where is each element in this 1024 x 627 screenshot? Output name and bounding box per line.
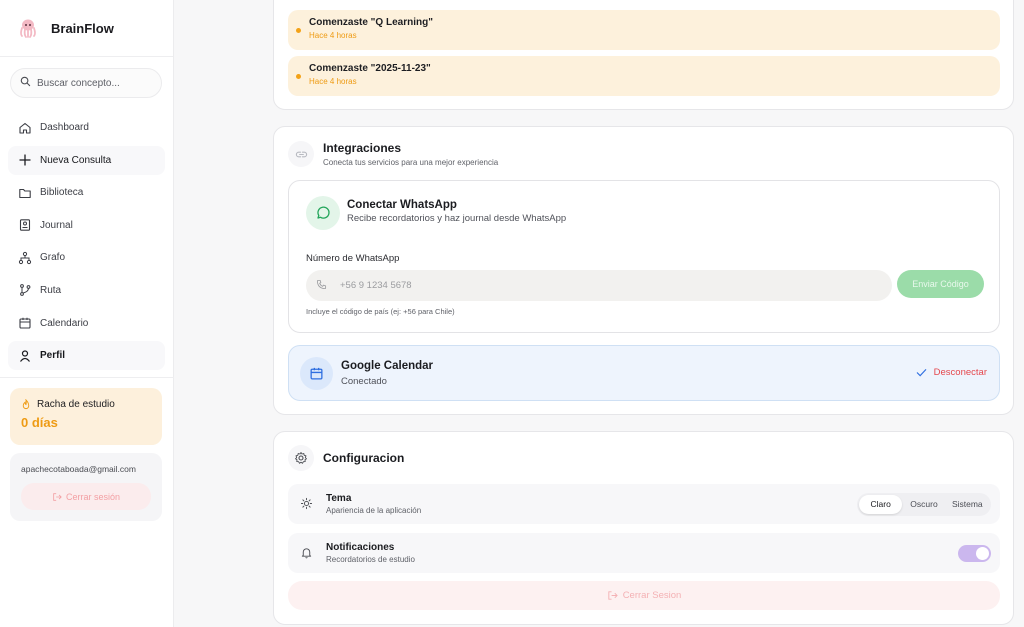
theme-row: Tema Apariencia de la aplicación Claro O… bbox=[288, 484, 1000, 524]
user-email: apachecotaboada@gmail.com bbox=[21, 464, 136, 474]
theme-option-sistema[interactable]: Sistema bbox=[946, 495, 989, 514]
brand[interactable]: BrainFlow bbox=[0, 0, 173, 57]
gear-icon bbox=[288, 445, 314, 471]
whatsapp-panel: Conectar WhatsApp Recibe recordatorios y… bbox=[288, 180, 1000, 333]
sidebar-item-dashboard[interactable]: Dashboard bbox=[8, 113, 165, 142]
sidebar-item-ruta[interactable]: Ruta bbox=[8, 276, 165, 305]
google-calendar-panel: Google Calendar Conectado Desconectar bbox=[288, 345, 1000, 401]
link-icon bbox=[288, 141, 314, 167]
config-header: Configuracion bbox=[288, 445, 404, 471]
home-icon bbox=[19, 122, 31, 134]
whatsapp-subtitle: Recibe recordatorios y haz journal desde… bbox=[347, 213, 567, 224]
sidebar-item-label: Calendario bbox=[40, 317, 89, 329]
logout-button[interactable]: Cerrar sesión bbox=[21, 483, 151, 510]
calendar-icon bbox=[19, 317, 31, 329]
gcal-title: Google Calendar bbox=[341, 360, 434, 372]
sidebar-item-perfil[interactable]: Perfil bbox=[8, 341, 165, 371]
activity-text: Comenzaste "Q Learning" bbox=[309, 17, 433, 28]
theme-title: Tema bbox=[326, 493, 352, 504]
logout-icon bbox=[53, 492, 62, 501]
sidebar-item-label: Biblioteca bbox=[40, 187, 84, 199]
streak-card: Racha de estudio 0 días bbox=[10, 388, 162, 445]
activity-dot bbox=[296, 74, 301, 79]
search-input[interactable] bbox=[37, 77, 147, 89]
folder-icon bbox=[19, 188, 31, 198]
activity-item: Comenzaste "Q Learning" Hace 4 horas bbox=[288, 10, 1000, 50]
phone-field[interactable] bbox=[306, 270, 892, 301]
sidebar-item-biblioteca[interactable]: Biblioteca bbox=[8, 178, 165, 207]
phone-input[interactable] bbox=[340, 280, 840, 291]
app-name: BrainFlow bbox=[51, 20, 114, 36]
logout-label: Cerrar sesión bbox=[65, 491, 121, 502]
journal-icon bbox=[19, 219, 31, 232]
user-card: apachecotaboada@gmail.com Cerrar sesión bbox=[10, 453, 162, 521]
search-icon bbox=[20, 74, 31, 92]
activity-item: Comenzaste "2025-11-23" Hace 4 horas bbox=[288, 56, 1000, 96]
sidebar-item-label: Perfil bbox=[40, 350, 66, 362]
octopus-logo-icon bbox=[16, 16, 40, 40]
phone-hint: Incluye el código de país (ej: +56 para … bbox=[306, 307, 455, 316]
logout-icon bbox=[608, 591, 618, 600]
disconnect-label: Desconectar bbox=[933, 367, 987, 378]
theme-option-oscuro[interactable]: Oscuro bbox=[902, 495, 945, 514]
sidebar: BrainFlow Dashboard Nueva Consulta Bibli… bbox=[0, 0, 174, 627]
integrations-subtitle: Conecta tus servicios para una mejor exp… bbox=[323, 158, 499, 167]
activity-dot bbox=[296, 28, 301, 33]
streak-title: Racha de estudio bbox=[37, 399, 115, 410]
sidebar-item-label: Grafo bbox=[40, 252, 66, 264]
flame-icon bbox=[22, 399, 30, 410]
sidebar-item-nueva-consulta[interactable]: Nueva Consulta bbox=[8, 145, 165, 175]
notifications-row: Notificaciones Recordatorios de estudio bbox=[288, 533, 1000, 573]
branch-icon bbox=[20, 284, 31, 297]
whatsapp-icon bbox=[306, 196, 340, 230]
search-box[interactable] bbox=[10, 68, 162, 98]
disconnect-button[interactable]: Desconectar bbox=[916, 367, 987, 378]
phone-icon bbox=[316, 277, 327, 295]
theme-subtitle: Apariencia de la aplicación bbox=[326, 506, 422, 515]
graph-icon bbox=[18, 251, 32, 264]
sidebar-item-label: Nueva Consulta bbox=[40, 154, 112, 166]
theme-option-claro[interactable]: Claro bbox=[859, 495, 903, 514]
sidebar-item-calendario[interactable]: Calendario bbox=[8, 309, 165, 338]
integrations-header: Integraciones Conecta tus servicios para… bbox=[288, 141, 498, 167]
bell-icon bbox=[301, 548, 312, 559]
theme-selector: Claro Oscuro Sistema bbox=[857, 493, 991, 516]
sun-icon bbox=[300, 497, 313, 510]
user-icon bbox=[20, 350, 30, 362]
logout-session-label: Cerrar Sesion bbox=[622, 590, 682, 601]
whatsapp-title: Conectar WhatsApp bbox=[347, 199, 457, 211]
activity-time: Hace 4 horas bbox=[309, 77, 357, 86]
sidebar-item-label: Journal bbox=[40, 219, 73, 231]
logout-session-button[interactable]: Cerrar Sesion bbox=[288, 581, 1000, 610]
sidebar-item-label: Ruta bbox=[40, 284, 62, 296]
streak-value: 0 días bbox=[21, 415, 58, 430]
sidebar-item-journal[interactable]: Journal bbox=[8, 211, 165, 240]
integrations-title: Integraciones bbox=[323, 141, 402, 155]
check-icon bbox=[916, 368, 927, 377]
plus-icon bbox=[19, 154, 31, 166]
sidebar-item-label: Dashboard bbox=[40, 122, 89, 133]
sidebar-nav: Dashboard Nueva Consulta Biblioteca Jour… bbox=[8, 113, 165, 374]
activity-text: Comenzaste "2025-11-23" bbox=[309, 63, 431, 74]
config-title: Configuracion bbox=[323, 451, 405, 465]
notifications-title: Notificaciones bbox=[326, 542, 395, 553]
phone-label: Número de WhatsApp bbox=[306, 253, 400, 264]
gcal-status: Conectado bbox=[341, 376, 387, 387]
sidebar-item-grafo[interactable]: Grafo bbox=[8, 243, 165, 272]
divider bbox=[0, 377, 174, 378]
notifications-subtitle: Recordatorios de estudio bbox=[326, 555, 415, 564]
calendar-icon bbox=[300, 357, 333, 390]
activity-time: Hace 4 horas bbox=[309, 31, 357, 40]
notifications-toggle[interactable] bbox=[958, 545, 991, 562]
send-code-button[interactable]: Enviar Código bbox=[897, 270, 984, 298]
